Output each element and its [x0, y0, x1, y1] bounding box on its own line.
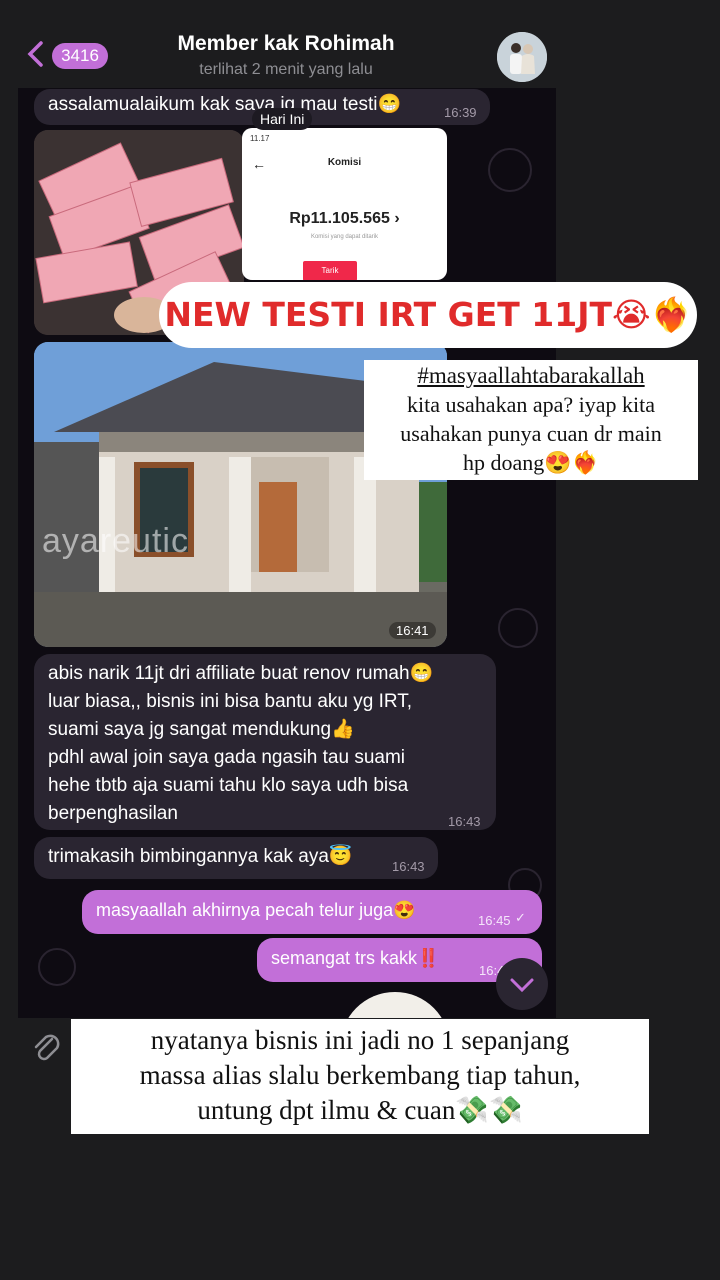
caption-box-top: #masyaallahtabarakallah kita usahakan ap… — [364, 360, 698, 480]
message-line: abis narik 11jt dri affiliate buat renov… — [48, 663, 434, 684]
message-time: 16:43 — [448, 814, 481, 829]
message-line: suami saya jg sangat mendukung👍 — [48, 719, 355, 740]
chat-title[interactable]: Member kak Rohimah — [150, 32, 422, 56]
caption-line: untung dpt ilmu & cuan💸💸 — [197, 1095, 523, 1125]
tarik-button[interactable]: Tarik — [303, 261, 357, 280]
last-seen-status: terlihat 2 menit yang lalu — [199, 61, 373, 78]
caption-line: kita usahakan apa? iyap kita — [406, 392, 655, 417]
status-bar — [80, 0, 140, 4]
photo-time: 16:41 — [389, 622, 436, 639]
message-line: luar biasa,, bisnis ini bisa bantu aku y… — [48, 691, 413, 712]
caption-line: usahakan punya cuan dr main — [400, 421, 662, 446]
date-separator: Hari Ini — [252, 108, 313, 130]
message-text: masyaallah akhirnya pecah telur juga😍 — [96, 900, 416, 920]
message-time: 16:43 — [392, 859, 425, 874]
back-chevron-icon[interactable] — [26, 40, 44, 68]
photo-watermark: ayareutic — [42, 522, 189, 560]
message-bubble-incoming[interactable]: abis narik 11jt dri affiliate buat renov… — [34, 654, 496, 830]
scroll-down-button[interactable] — [496, 958, 548, 1010]
doodle-decoration — [498, 608, 538, 648]
paperclip-icon[interactable] — [30, 1030, 64, 1066]
avatar-image — [497, 32, 547, 82]
read-check-icon: ✓ — [515, 910, 526, 925]
caption-box-bottom: nyatanya bisnis ini jadi no 1 sepanjang … — [71, 1019, 649, 1134]
message-text: trimakasih bimbingannya kak aya😇 — [48, 846, 353, 867]
caption-line: hp doang😍❤️‍🔥 — [462, 450, 600, 475]
chevron-down-icon — [510, 978, 534, 993]
doodle-decoration — [38, 948, 76, 986]
komisi-title: Komisi — [327, 157, 362, 168]
caption-line: massa alias slalu berkembang tiap tahun, — [139, 1060, 581, 1090]
message-bubble-outgoing[interactable]: masyaallah akhirnya pecah telur juga😍 16… — [82, 890, 542, 934]
message-time: 16:39 — [444, 105, 477, 120]
message-text: assalamualaikum kak saya jg mau testi😁 — [48, 94, 402, 115]
message-line: berpenghasilan — [48, 803, 178, 824]
avatar[interactable] — [497, 32, 547, 82]
message-text: semangat trs kakk‼️ — [271, 948, 440, 968]
komisi-screenshot[interactable]: 11.17 ← Komisi Rp11.105.565 › Komisi yan… — [242, 128, 447, 280]
komisi-amount: Rp11.105.565 › — [289, 210, 400, 227]
caption-line: nyatanya bisnis ini jadi no 1 sepanjang — [150, 1025, 570, 1055]
doodle-decoration — [488, 148, 532, 192]
message-bubble-incoming[interactable]: trimakasih bimbingannya kak aya😇 16:43 — [34, 837, 438, 879]
caption-hashtag: #masyaallahtabarakallah — [417, 363, 645, 388]
message-line: hehe tbtb aja suami tahu klo saya udh bi… — [48, 775, 409, 796]
message-time: 16:45 — [478, 913, 511, 928]
komisi-subtitle: Komisi yang dapat ditarik — [310, 234, 379, 240]
headline-overlay: NEW TESTI IRT GET 11JT😭❤️‍🔥 — [159, 282, 697, 348]
message-line: pdhl awal join saya gada ngasih tau suam… — [48, 747, 406, 768]
unread-count-badge[interactable]: 3416 — [52, 43, 108, 69]
